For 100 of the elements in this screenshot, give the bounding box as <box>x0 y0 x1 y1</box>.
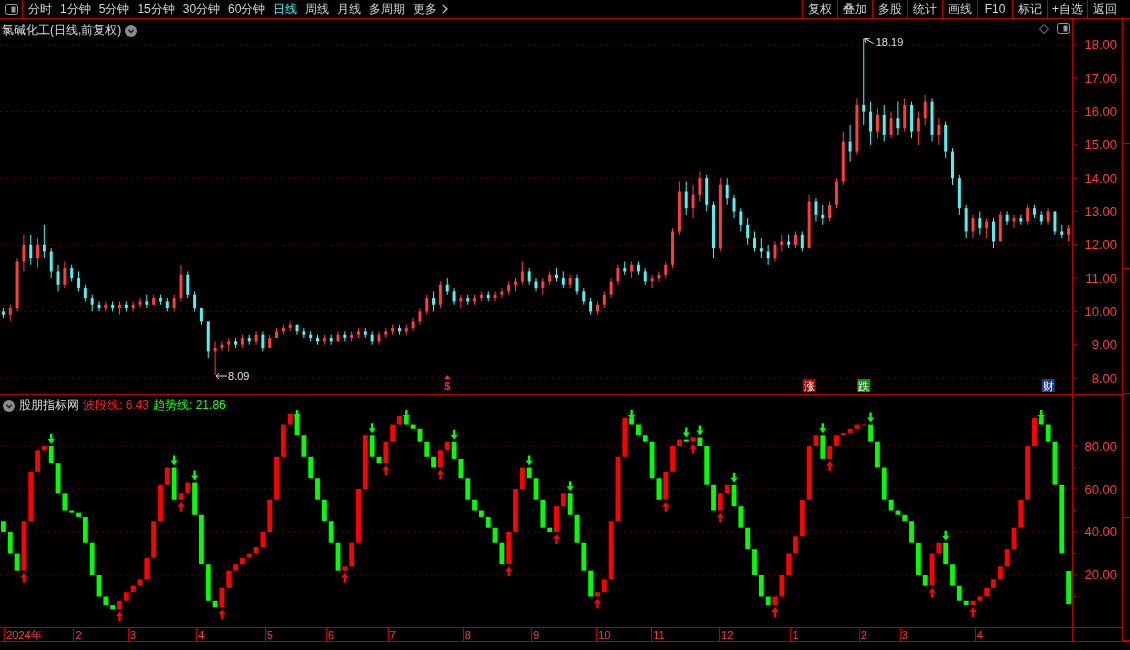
candle <box>83 284 87 302</box>
period-tab[interactable]: 分时 <box>28 0 52 18</box>
candle <box>363 327 367 339</box>
candle <box>63 260 67 289</box>
candle <box>773 240 777 262</box>
candle <box>350 330 354 342</box>
indicator-axis-label: 80.00 <box>1084 438 1117 454</box>
candle <box>636 260 640 276</box>
candle <box>261 330 265 352</box>
candle <box>466 294 470 306</box>
up-arrow-icon <box>177 501 185 512</box>
event-marker[interactable]: 跌 <box>857 379 871 392</box>
candle <box>275 327 279 339</box>
candle <box>1060 224 1064 239</box>
candle <box>179 264 183 302</box>
candle <box>739 207 743 232</box>
candle <box>814 197 818 222</box>
date-axis-label: 2 <box>75 628 82 641</box>
dropdown-icon[interactable] <box>3 399 15 412</box>
candle <box>302 327 306 339</box>
candle <box>227 337 231 352</box>
period-tab[interactable]: 月线 <box>337 0 362 18</box>
more-tab[interactable]: 更多 <box>413 0 449 18</box>
low-price-label: 8.09 <box>228 370 250 382</box>
event-marker[interactable]: 涨 <box>802 379 816 392</box>
candle <box>855 97 859 156</box>
candle <box>1067 224 1071 242</box>
candle <box>1019 214 1023 226</box>
down-arrow-icon <box>450 429 458 440</box>
candle <box>145 294 149 309</box>
candle <box>213 340 217 376</box>
candle <box>582 287 586 306</box>
candle <box>882 104 886 143</box>
indicator-axis-label: 60.00 <box>1084 481 1117 497</box>
date-axis-label: 11 <box>653 628 665 641</box>
price-axis-label: 9.00 <box>1091 337 1117 353</box>
date-axis-label: 7 <box>389 628 396 641</box>
period-tab[interactable]: 周线 <box>305 0 330 18</box>
period-tab[interactable]: 60分钟 <box>228 0 266 18</box>
period-tab[interactable]: 5分钟 <box>98 0 130 18</box>
candle <box>172 294 176 312</box>
period-tab[interactable]: 1分钟 <box>60 0 91 18</box>
period-tab[interactable]: 30分钟 <box>182 0 221 18</box>
candle <box>951 147 954 186</box>
candle <box>944 121 948 159</box>
panel-toggle-icon[interactable] <box>4 3 18 15</box>
candle <box>240 334 244 349</box>
price-axis-label: 15.00 <box>1084 137 1117 153</box>
price-axis-label: 11.00 <box>1085 270 1117 286</box>
candle <box>329 334 333 346</box>
date-axis-label: 10 <box>598 628 611 641</box>
candle <box>957 174 961 216</box>
down-arrow-icon <box>293 410 301 420</box>
date-axis-label: 6 <box>328 628 335 641</box>
candle <box>937 117 941 146</box>
date-axis-label: 1 <box>792 628 799 641</box>
candle <box>780 234 784 252</box>
down-arrow-icon <box>525 455 533 466</box>
period-tab[interactable]: 多周期 <box>369 0 406 18</box>
arrow-icon <box>215 372 228 380</box>
candle <box>124 300 128 312</box>
down-arrow-icon <box>867 412 875 423</box>
candle <box>623 260 627 276</box>
candle <box>1 307 5 319</box>
indicator-axis-label: 40.00 <box>1084 524 1117 540</box>
up-arrow-icon <box>505 566 513 577</box>
down-arrow-icon <box>730 472 738 483</box>
candle <box>377 330 381 346</box>
candle <box>903 97 907 133</box>
candle <box>541 277 545 296</box>
candle <box>548 270 552 286</box>
candle <box>295 324 299 336</box>
candle <box>671 227 675 269</box>
dropdown-icon[interactable] <box>125 24 138 37</box>
candle <box>56 264 60 292</box>
date-axis-label: 9 <box>532 628 540 641</box>
down-arrow-icon <box>47 434 55 444</box>
panel-toggle-icon[interactable] <box>1057 23 1070 34</box>
candle <box>841 131 845 186</box>
candle <box>8 304 12 322</box>
chevron-right-icon <box>442 4 449 14</box>
candle <box>561 270 565 289</box>
candle <box>821 204 825 226</box>
candle <box>575 274 579 296</box>
candle <box>971 214 975 239</box>
period-tab[interactable]: 15分钟 <box>137 0 175 18</box>
down-arrow-icon <box>191 470 199 481</box>
down-arrow-icon <box>819 423 827 434</box>
candle <box>698 171 702 202</box>
candle <box>684 181 688 216</box>
candle <box>595 300 599 316</box>
date-axis-label: 8 <box>464 628 471 641</box>
up-arrow-icon <box>382 465 390 476</box>
event-marker[interactable]: 财 <box>1041 379 1055 392</box>
candle <box>131 300 135 312</box>
date-axis-label: 3 <box>901 628 908 641</box>
price-axis-label: 14.00 <box>1084 170 1117 186</box>
period-tab[interactable]: 日线 <box>273 0 298 18</box>
candle <box>869 101 873 146</box>
candle <box>589 297 593 316</box>
